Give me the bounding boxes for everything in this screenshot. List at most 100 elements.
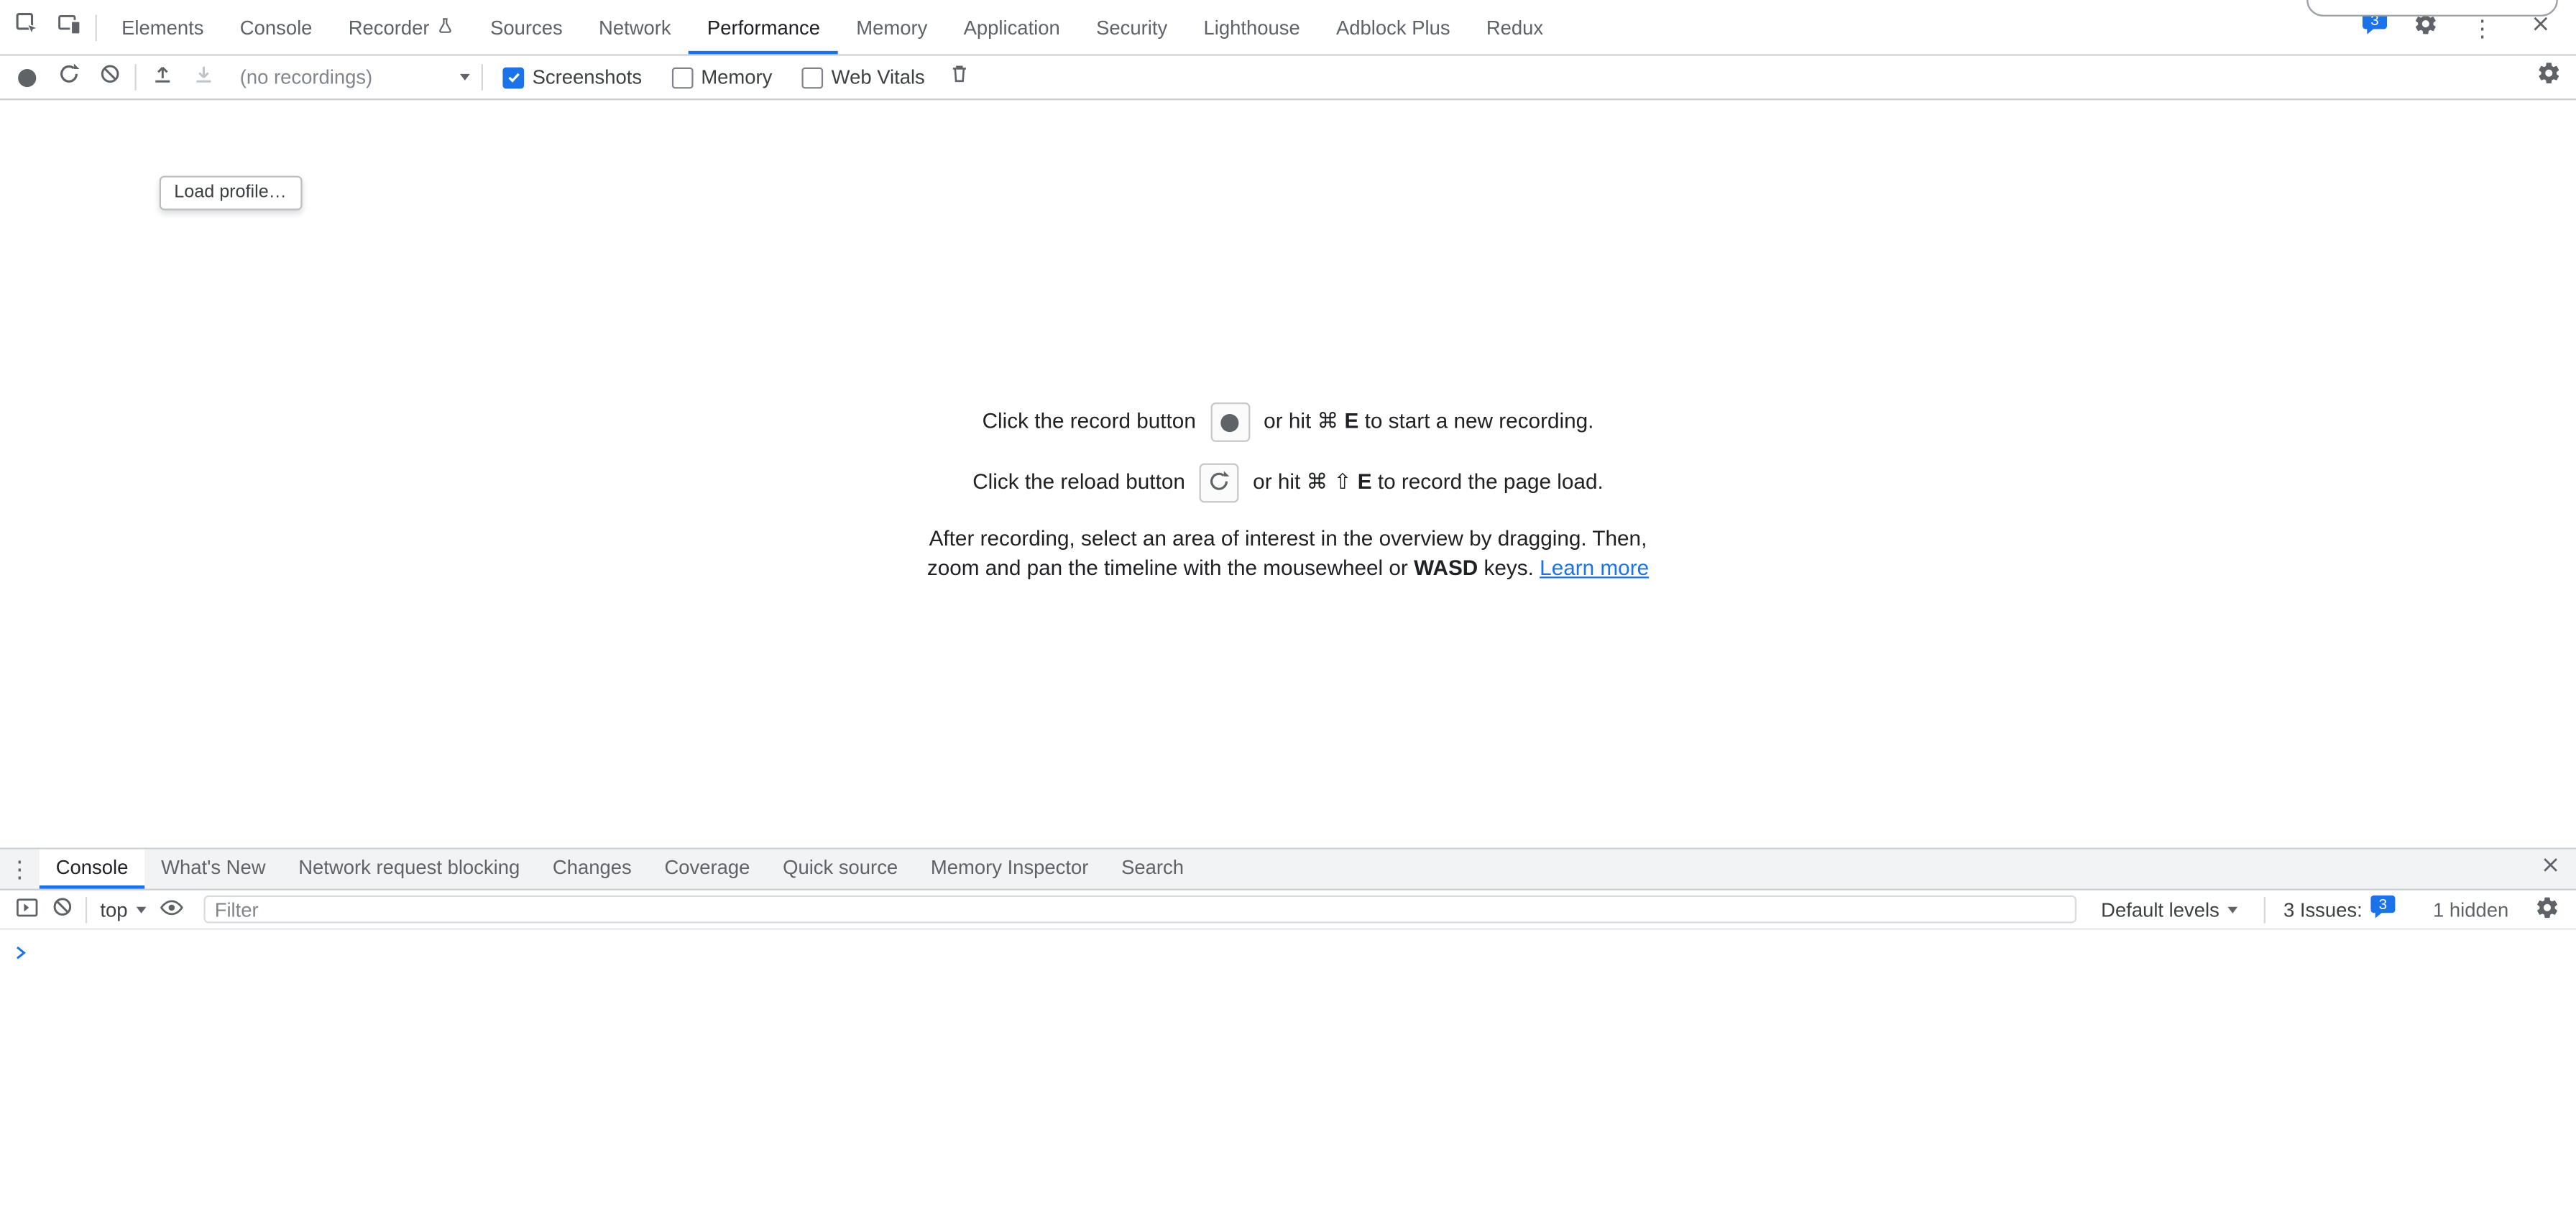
console-filter-input[interactable] xyxy=(203,896,2076,924)
close-icon xyxy=(2529,12,2551,42)
screenshots-checkbox[interactable]: Screenshots xyxy=(502,65,642,88)
performance-panel-body: Click the record button or hit ⌘ E to st… xyxy=(0,100,2576,847)
toolbar-divider xyxy=(96,14,97,40)
live-expression-button[interactable] xyxy=(154,891,190,927)
checkbox-label: Screenshots xyxy=(533,65,642,88)
shift-key-glyph: ⇧ xyxy=(1334,469,1352,493)
save-profile-button[interactable] xyxy=(183,57,224,98)
toolbar-divider xyxy=(86,896,87,923)
clear-recordings-button[interactable] xyxy=(88,57,129,98)
drawer-tab-changes[interactable]: Changes xyxy=(536,850,648,889)
record-line-mid: or hit xyxy=(1264,408,1311,433)
tab-sources[interactable]: Sources xyxy=(472,0,581,54)
tab-recorder[interactable]: Recorder xyxy=(331,0,472,54)
tab-label: Performance xyxy=(707,16,820,39)
issues-label: 3 Issues: xyxy=(2283,898,2363,921)
tab-memory[interactable]: Memory xyxy=(838,0,945,54)
more-options-button[interactable]: ⋮ xyxy=(2461,16,2503,39)
record-line-post: to start a new recording. xyxy=(1365,408,1594,433)
tab-lighthouse[interactable]: Lighthouse xyxy=(1185,0,1317,54)
chevron-down-icon xyxy=(2227,906,2237,913)
context-selector-value: top xyxy=(100,898,127,921)
console-sidebar-icon xyxy=(14,895,38,924)
main-toolbar: Elements Console Recorder Sources Networ… xyxy=(0,0,2576,56)
tab-security[interactable]: Security xyxy=(1078,0,1185,54)
drawer-tab-quick-source[interactable]: Quick source xyxy=(766,850,914,889)
garbage-collect-button[interactable] xyxy=(939,57,980,98)
drawer-tab-whats-new[interactable]: What's New xyxy=(144,850,282,889)
drawer-tab-label: Memory Inspector xyxy=(931,856,1088,879)
close-icon xyxy=(2539,855,2561,884)
tab-application[interactable]: Application xyxy=(945,0,1077,54)
recordings-dropdown[interactable]: (no recordings) xyxy=(240,65,470,88)
console-sidebar-toggle-button[interactable] xyxy=(8,891,44,927)
drawer-tab-network-request-blocking[interactable]: Network request blocking xyxy=(282,850,536,889)
toolbar-left-icons xyxy=(0,0,104,54)
tab-label: Network xyxy=(599,16,671,39)
vertical-dots-icon: ⋮ xyxy=(8,857,31,880)
drawer-tab-memory-inspector[interactable]: Memory Inspector xyxy=(914,850,1105,889)
tab-elements[interactable]: Elements xyxy=(104,0,222,54)
drawer-tab-label: Quick source xyxy=(783,856,898,879)
tab-label: Application xyxy=(964,16,1060,39)
landing-instructions: Click the record button or hit ⌘ E to st… xyxy=(0,100,2576,584)
console-settings-button[interactable] xyxy=(2529,891,2564,927)
tab-label: Redux xyxy=(1486,16,1543,39)
tab-network[interactable]: Network xyxy=(581,0,689,54)
clear-console-button[interactable] xyxy=(45,891,80,927)
console-prompt[interactable] xyxy=(0,930,2576,970)
record-icon xyxy=(1220,413,1238,431)
drawer-more-tabs-button[interactable]: ⋮ xyxy=(0,850,40,889)
tab-console[interactable]: Console xyxy=(222,0,331,54)
paragraph-line-2-post: keys. xyxy=(1484,556,1534,581)
capture-settings-button[interactable] xyxy=(2529,57,2570,98)
tab-redux[interactable]: Redux xyxy=(1468,0,1562,54)
reload-icon xyxy=(1208,469,1230,497)
drawer: ⋮ Console What's New Network request blo… xyxy=(0,847,2576,1205)
reload-and-record-button[interactable] xyxy=(47,57,88,98)
record-button-illustration[interactable] xyxy=(1210,402,1250,442)
record-button[interactable] xyxy=(6,57,47,98)
drawer-tab-coverage[interactable]: Coverage xyxy=(648,850,767,889)
web-vitals-checkbox[interactable]: Web Vitals xyxy=(802,65,925,88)
wasd-keys-text: WASD xyxy=(1414,556,1478,581)
browser-popup-fragment xyxy=(2306,0,2558,17)
reload-line-mid: or hit xyxy=(1253,469,1300,493)
reload-line-post: to record the page load. xyxy=(1378,469,1604,493)
drawer-tab-search[interactable]: Search xyxy=(1105,850,1200,889)
console-toolbar-right: Default levels 3 Issues: 3 1 hidden xyxy=(2093,891,2568,927)
close-devtools-button[interactable] xyxy=(2518,12,2561,42)
record-icon xyxy=(18,68,36,86)
drawer-tab-console[interactable]: Console xyxy=(40,850,144,889)
e-key-glyph: E xyxy=(1358,469,1372,493)
load-profile-button[interactable] xyxy=(142,57,183,98)
tab-performance[interactable]: Performance xyxy=(689,0,838,54)
learn-more-link[interactable]: Learn more xyxy=(1540,556,1649,581)
tab-label: Memory xyxy=(856,16,927,39)
tab-label: Console xyxy=(240,16,313,39)
paragraph-line-2-pre: zoom and pan the timeline with the mouse… xyxy=(927,556,1408,581)
tab-label: Adblock Plus xyxy=(1336,16,1450,39)
upload-icon xyxy=(150,62,173,93)
log-levels-dropdown[interactable]: Default levels xyxy=(2093,898,2246,921)
drawer-tab-label: Console xyxy=(56,856,129,879)
tab-label: Elements xyxy=(121,16,203,39)
memory-checkbox[interactable]: Memory xyxy=(671,65,772,88)
checkbox-label: Memory xyxy=(701,65,772,88)
console-issues-link[interactable]: 3 Issues: 3 xyxy=(2283,893,2397,924)
reload-button-illustration[interactable] xyxy=(1200,464,1239,503)
inspect-element-button[interactable] xyxy=(5,9,47,45)
issues-count: 3 xyxy=(2379,896,2387,913)
tab-adblock-plus[interactable]: Adblock Plus xyxy=(1318,0,1468,54)
experiment-flask-icon xyxy=(438,16,454,39)
eye-icon xyxy=(160,895,184,924)
cmd-key-glyph: ⌘ xyxy=(1307,469,1328,493)
gear-icon xyxy=(2536,61,2561,94)
console-context-selector[interactable]: top xyxy=(92,898,154,921)
checkbox-box-unchecked xyxy=(671,67,693,88)
performance-toolbar: (no recordings) Screenshots Memory Web V… xyxy=(0,56,2576,101)
usage-paragraph: After recording, select an area of inter… xyxy=(0,524,2576,584)
device-toolbar-toggle-button[interactable] xyxy=(47,9,90,45)
drawer-close-button[interactable] xyxy=(2530,850,2570,889)
console-messages-area[interactable] xyxy=(0,930,2576,1206)
